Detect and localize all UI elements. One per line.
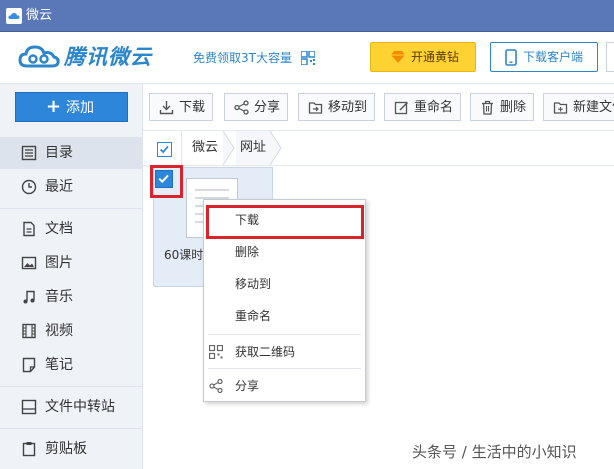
sidebar-item-label: 最近	[45, 179, 73, 195]
list-icon	[21, 145, 37, 161]
window-title: 微云	[26, 8, 53, 23]
move-to-button-label: 移动到	[328, 100, 368, 115]
download-button-label: 下载	[179, 100, 206, 115]
sidebar-item-music[interactable]: 音乐	[0, 281, 143, 313]
music-icon	[23, 290, 35, 304]
breadcrumb-arrow-icon	[222, 131, 235, 165]
header-more-button[interactable]	[606, 42, 614, 72]
new-folder-button-label: 新建文件	[573, 100, 614, 115]
sidebar-item-recent[interactable]: 最近	[0, 171, 143, 203]
weiyun-app-icon	[6, 8, 22, 24]
share-button-label: 分享	[254, 100, 281, 115]
menu-item-get-qr-code[interactable]: 获取二维码	[204, 336, 365, 368]
diamond-icon	[391, 51, 405, 63]
download-client-button[interactable]: 下载客户端	[490, 42, 598, 72]
cloud-logo-icon	[18, 45, 60, 68]
image-icon	[21, 256, 37, 270]
watermark: 头条号 / 生活中的小知识	[412, 443, 577, 461]
highlight-download-box	[206, 205, 364, 239]
share-icon	[234, 100, 249, 115]
plus-icon: +	[46, 96, 62, 117]
sidebar-divider	[0, 208, 143, 209]
sidebar-divider	[0, 386, 143, 387]
vip-button-label: 开通黄钻	[411, 50, 460, 64]
check-icon	[159, 145, 169, 154]
share-button[interactable]: 分享	[224, 93, 288, 121]
move-icon	[308, 102, 323, 114]
add-button[interactable]: + 添加	[15, 92, 128, 122]
menu-item-delete[interactable]: 删除	[204, 236, 365, 268]
menu-item-move-to[interactable]: 移动到	[204, 268, 365, 300]
add-button-label: 添加	[66, 100, 94, 116]
delete-button-label: 删除	[500, 100, 527, 115]
sidebar-item-label: 文件中转站	[45, 399, 115, 415]
sidebar-item-label: 剪贴板	[45, 441, 87, 457]
trash-icon	[482, 100, 493, 115]
new-folder-button[interactable]: 新建文件	[543, 93, 614, 121]
qr-code-icon[interactable]	[301, 51, 315, 65]
sidebar-item-label: 音乐	[45, 289, 73, 305]
clock-icon	[21, 179, 37, 195]
sidebar-item-directory[interactable]: 目录	[0, 137, 143, 169]
menu-item-rename[interactable]: 重命名	[204, 300, 365, 332]
move-to-button[interactable]: 移动到	[298, 93, 375, 121]
menu-item-label: 重命名	[235, 309, 272, 323]
sidebar: + 添加 目录 最近 文档 图片 音乐 视频 笔记 文件中转站 剪贴板	[0, 84, 143, 469]
rename-button-label: 重命名	[414, 100, 454, 115]
sidebar-item-label: 文档	[45, 221, 73, 237]
sidebar-divider	[0, 428, 143, 429]
menu-item-label: 分享	[235, 379, 260, 393]
select-all-checkbox[interactable]	[157, 142, 172, 157]
rename-button[interactable]: 重命名	[384, 93, 461, 121]
note-icon	[22, 357, 36, 373]
file-name[interactable]: 60课时	[164, 247, 206, 263]
sidebar-item-documents[interactable]: 文档	[0, 213, 143, 245]
menu-separator	[208, 368, 361, 369]
document-icon	[23, 221, 35, 237]
promo-link[interactable]: 免费领取3T大容量	[193, 50, 292, 66]
breadcrumb: 微云 网址	[143, 130, 614, 166]
delete-button[interactable]: 删除	[470, 93, 534, 121]
menu-item-share[interactable]: 分享	[204, 370, 365, 402]
download-icon	[159, 101, 174, 115]
toolbar: 下载 分享 移动到 重命名 删除 新建文	[143, 84, 614, 130]
brand-name: 腾讯微云	[64, 45, 152, 69]
sidebar-item-label: 视频	[45, 323, 73, 339]
new-folder-icon	[553, 102, 568, 114]
menu-item-label: 获取二维码	[235, 345, 296, 359]
transfer-icon	[21, 399, 37, 415]
breadcrumb-item-weiyun[interactable]: 微云	[192, 139, 218, 159]
highlight-checkbox-box	[150, 165, 183, 198]
open-vip-button[interactable]: 开通黄钻	[370, 42, 476, 72]
client-button-label: 下载客户端	[523, 50, 584, 64]
share-icon	[209, 379, 223, 393]
sidebar-item-clipboard[interactable]: 剪贴板	[0, 433, 143, 465]
clipboard-icon	[22, 442, 36, 457]
sidebar-item-transfer-station[interactable]: 文件中转站	[0, 391, 143, 423]
video-icon	[22, 323, 36, 339]
sidebar-item-notes[interactable]: 笔记	[0, 349, 143, 381]
sidebar-item-label: 目录	[45, 145, 73, 161]
menu-item-label: 移动到	[235, 277, 272, 291]
sidebar-item-images[interactable]: 图片	[0, 247, 143, 279]
breadcrumb-separator	[181, 131, 182, 165]
sidebar-item-video[interactable]: 视频	[0, 315, 143, 347]
qr-code-icon	[209, 345, 223, 359]
sidebar-item-label: 图片	[45, 255, 73, 271]
header: 腾讯微云 免费领取3T大容量 开通黄钻 下载客户端	[0, 32, 614, 84]
breadcrumb-item-url[interactable]: 网址	[240, 139, 266, 159]
download-button[interactable]: 下载	[149, 93, 213, 121]
sidebar-item-label: 笔记	[45, 357, 73, 373]
edit-icon	[394, 101, 409, 115]
menu-separator	[208, 334, 361, 335]
breadcrumb-arrow-icon	[269, 131, 282, 165]
app-window: 微云 腾讯微云 免费领取3T大容量 开通黄钻 下载客户端 + 添加 目录 最近 …	[0, 0, 614, 469]
menu-item-label: 删除	[235, 245, 260, 259]
title-bar: 微云	[0, 0, 614, 32]
phone-icon	[505, 49, 517, 66]
